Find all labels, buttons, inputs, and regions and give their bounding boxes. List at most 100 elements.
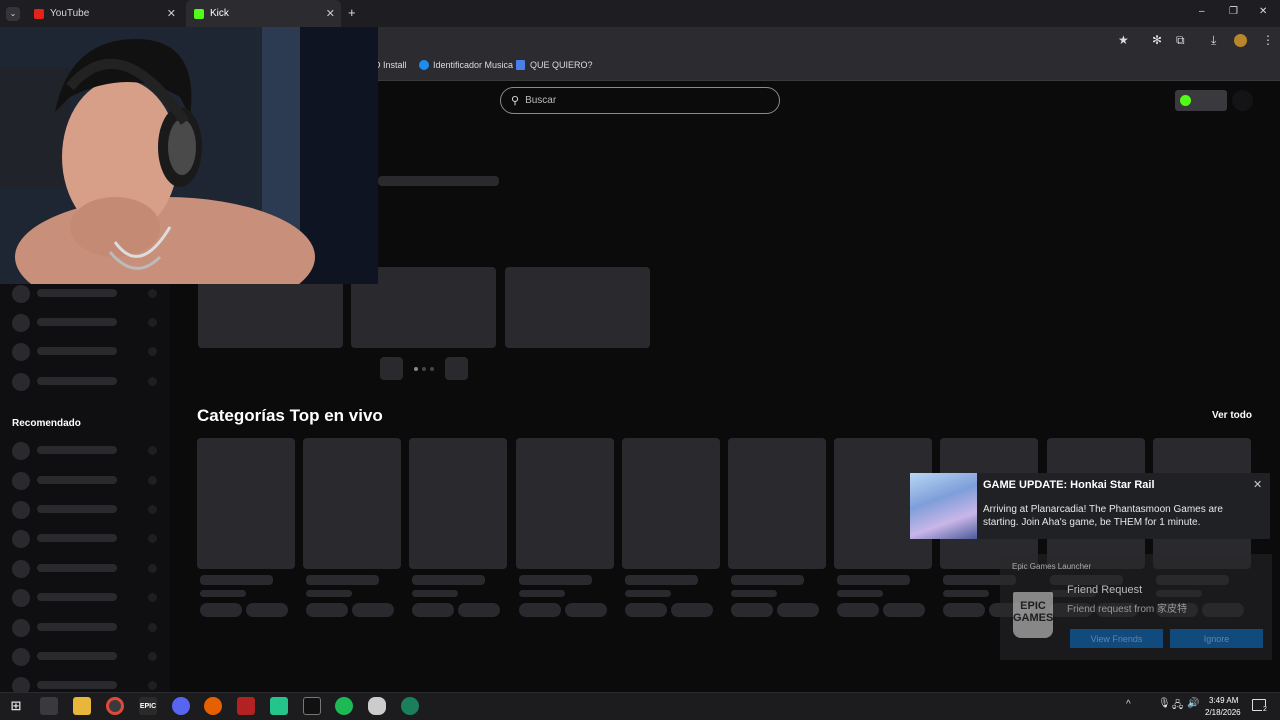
category-tag-skeleton xyxy=(352,603,395,617)
category-card-skeleton[interactable] xyxy=(515,438,614,569)
channel-name-skeleton xyxy=(37,377,117,385)
channel-status-skeleton xyxy=(148,534,157,543)
carousel-card-skeleton[interactable] xyxy=(505,267,650,348)
channel-avatar-skeleton[interactable] xyxy=(12,343,30,361)
bookmark-star-icon[interactable]: ★ xyxy=(1118,33,1129,47)
carousel-dot[interactable] xyxy=(430,367,434,371)
restore-button[interactable]: ❐ xyxy=(1229,6,1238,17)
channel-avatar-skeleton[interactable] xyxy=(12,373,30,391)
search-input[interactable]: ⚲ Buscar xyxy=(500,87,780,114)
view-friends-button[interactable]: View Friends xyxy=(1070,629,1163,648)
youtube-icon xyxy=(34,8,44,19)
carousel-dot[interactable] xyxy=(414,367,418,371)
app-green-icon[interactable] xyxy=(270,697,288,715)
carousel-prev-button[interactable] xyxy=(380,357,403,380)
minimize-button[interactable]: – xyxy=(1199,6,1205,17)
chrome-icon[interactable] xyxy=(106,697,124,715)
close-icon[interactable]: ✕ xyxy=(1253,478,1262,491)
streamer-webcam-image xyxy=(0,27,378,284)
hero-title-skeleton xyxy=(378,176,499,186)
download-icon[interactable]: ⤓ xyxy=(1211,33,1216,47)
category-name-skeleton xyxy=(200,575,273,585)
channel-avatar-skeleton[interactable] xyxy=(12,648,30,666)
firefox-icon[interactable] xyxy=(204,697,222,715)
category-card-skeleton[interactable] xyxy=(197,438,295,569)
close-tab-icon[interactable]: ✕ xyxy=(167,7,176,20)
tab-search-chevron-icon[interactable]: ⌄ xyxy=(6,7,20,21)
network-icon[interactable]: 🖧 xyxy=(1172,698,1183,715)
volume-icon[interactable]: 🔊 xyxy=(1187,698,1199,709)
avatar-placeholder[interactable] xyxy=(1232,90,1253,111)
channel-status-skeleton xyxy=(148,318,157,327)
channel-avatar-skeleton[interactable] xyxy=(12,530,30,548)
friend-request-title: Friend Request xyxy=(1067,584,1143,596)
category-viewers-skeleton xyxy=(306,590,353,597)
category-card-skeleton[interactable] xyxy=(621,438,720,569)
close-tab-icon[interactable]: ✕ xyxy=(326,7,335,20)
tab-label: Kick xyxy=(210,8,229,19)
tray-chevron-icon[interactable]: ^ xyxy=(1126,699,1131,710)
channel-name-skeleton xyxy=(37,289,117,297)
start-windows-icon[interactable]: ⊞ xyxy=(7,697,25,715)
close-window-button[interactable]: ✕ xyxy=(1259,6,1267,17)
bookmark-identificador-musica[interactable]: Identificador Musica xyxy=(419,60,513,70)
streaming-app-icon[interactable] xyxy=(401,697,419,715)
category-tag-skeleton xyxy=(837,603,880,617)
see-all-link[interactable]: Ver todo xyxy=(1212,410,1252,421)
bookmark-label: D Install xyxy=(374,60,407,70)
extension-icon[interactable]: ✻ xyxy=(1152,33,1162,47)
category-name-skeleton xyxy=(837,575,911,585)
puzzle-icon[interactable]: ⧉ xyxy=(1176,33,1185,47)
channel-avatar-skeleton[interactable] xyxy=(12,314,30,332)
bookmark-que-quiero[interactable]: QUE QUIERO? xyxy=(516,60,593,70)
profile-avatar-icon[interactable] xyxy=(1234,34,1247,47)
category-tag-skeleton xyxy=(306,603,349,617)
channel-avatar-skeleton[interactable] xyxy=(12,501,30,519)
epic-games-logo-icon: EPIC GAMES xyxy=(1013,592,1053,638)
channel-avatar-skeleton[interactable] xyxy=(12,472,30,490)
category-tag-skeleton xyxy=(518,603,561,617)
channel-avatar-skeleton[interactable] xyxy=(12,589,30,607)
file-explorer-icon[interactable] xyxy=(73,697,91,715)
bookmark-d-install[interactable]: D Install xyxy=(374,60,407,70)
spotify-icon[interactable] xyxy=(335,697,353,715)
channel-avatar-skeleton[interactable] xyxy=(12,560,30,578)
category-tag-skeleton xyxy=(564,603,607,617)
channel-avatar-skeleton[interactable] xyxy=(12,619,30,637)
channel-avatar-skeleton[interactable] xyxy=(12,285,30,303)
friend-request-body: Friend request from 家皮特 xyxy=(1067,604,1188,615)
channel-status-skeleton xyxy=(148,505,157,514)
category-card-skeleton[interactable] xyxy=(728,438,826,569)
task-view-icon[interactable] xyxy=(40,697,58,715)
menu-kebab-icon[interactable]: ⋮ xyxy=(1262,33,1274,47)
notification-body: Arriving at Planarcadia! The Phantasmoon… xyxy=(983,504,1223,528)
clock-time[interactable]: 3:49 AM xyxy=(1209,696,1238,705)
channel-status-skeleton xyxy=(148,564,157,573)
tab-kick[interactable]: Kick ✕ xyxy=(186,0,341,27)
microphone-icon[interactable]: 🎙 xyxy=(1158,698,1171,709)
channel-name-skeleton xyxy=(37,564,117,572)
voicemeeter-icon[interactable] xyxy=(237,697,255,715)
windows-taskbar xyxy=(0,692,1280,720)
category-viewers-skeleton xyxy=(837,590,884,597)
epic-games-icon[interactable]: EPIC xyxy=(139,697,157,715)
category-tag-skeleton xyxy=(624,603,667,617)
bookmark-label: QUE QUIERO? xyxy=(530,60,593,70)
tab-label: YouTube xyxy=(50,8,90,19)
tab-youtube[interactable]: YouTube ✕ xyxy=(26,0,182,27)
carousel-next-button[interactable] xyxy=(445,357,468,380)
sidebar-recommended-heading: Recomendado xyxy=(12,418,81,429)
category-card-skeleton[interactable] xyxy=(409,438,508,569)
category-tag-skeleton xyxy=(200,603,242,617)
clock-date[interactable]: 2/18/2026 xyxy=(1205,708,1241,717)
ignore-button[interactable]: Ignore xyxy=(1170,629,1263,648)
mouse-software-icon[interactable] xyxy=(368,697,386,715)
channel-avatar-skeleton[interactable] xyxy=(12,442,30,460)
category-card-skeleton[interactable] xyxy=(303,438,402,569)
carousel-dot[interactable] xyxy=(422,367,426,371)
discord-icon[interactable] xyxy=(172,697,190,715)
channel-name-skeleton xyxy=(37,593,117,601)
capcut-icon[interactable] xyxy=(303,697,321,715)
channel-status-skeleton xyxy=(148,377,157,386)
new-tab-button[interactable]: + xyxy=(348,5,356,20)
